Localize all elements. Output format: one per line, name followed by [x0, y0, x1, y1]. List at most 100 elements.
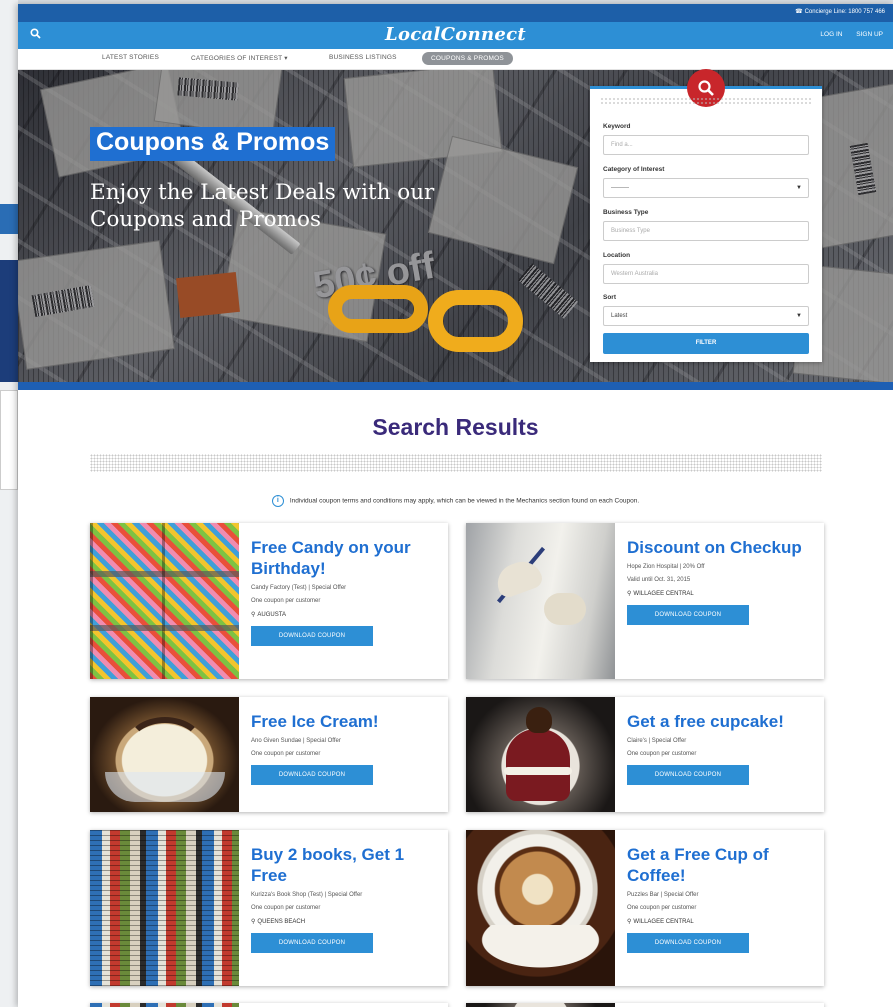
- sort-label: Sort: [603, 294, 616, 301]
- sort-select[interactable]: Latest ▼: [603, 306, 809, 326]
- coupon-title[interactable]: Discount on Checkup: [627, 537, 817, 558]
- glove-graphic: [544, 593, 586, 625]
- nav-item-business-listings[interactable]: BUSINESS LISTINGS: [329, 54, 397, 61]
- coupon-title[interactable]: Free Ice Cream!: [251, 711, 441, 732]
- saucer-graphic: [466, 925, 615, 975]
- category-select[interactable]: --------- ▼: [603, 178, 809, 198]
- keyword-input[interactable]: Find a...: [603, 135, 809, 155]
- coupon-meta: Hope Zion Hospital | 20% Off: [627, 564, 705, 570]
- coupon-location: ⚲ WILLAGEE CENTRAL: [627, 919, 694, 925]
- coupon-card: Get a Free Cup of Coffee! Puzzles Bar | …: [466, 830, 824, 986]
- terms-notice: i Individual coupon terms and conditions …: [18, 495, 893, 507]
- syrup-graphic: [125, 717, 205, 777]
- topping-graphic: [526, 707, 552, 733]
- coupon-image-books[interactable]: [90, 830, 239, 986]
- coupon-image-partial[interactable]: [90, 1003, 239, 1007]
- login-link[interactable]: LOG IN: [820, 31, 842, 38]
- cream-graphic: [504, 767, 572, 775]
- terms-notice-text: Individual coupon terms and conditions m…: [289, 497, 640, 505]
- results-heading: Search Results: [372, 414, 539, 440]
- info-icon: i: [271, 495, 284, 507]
- map-pin-icon: ⚲: [627, 919, 632, 925]
- nav-item-latest-stories[interactable]: LATEST STORIES: [102, 54, 159, 61]
- concierge-bar: ☎ Concierge Line: 1800 757 466: [18, 4, 893, 22]
- hero-bottom-border: [18, 382, 893, 390]
- decorative-dots: [90, 454, 822, 472]
- coupon-meta: Puzzles Bar | Special Offer: [627, 892, 699, 898]
- coupon-image-ice-cream[interactable]: [90, 697, 239, 812]
- map-pin-icon: ⚲: [627, 591, 632, 597]
- hero-title: Coupons & Promos: [90, 127, 336, 161]
- background-badge: [0, 204, 18, 234]
- scissors-handle-graphic: [328, 285, 428, 333]
- background-image: [0, 260, 18, 382]
- coupon-title[interactable]: Free Candy on your Birthday!: [251, 537, 441, 579]
- coupon-card-partial: [466, 1003, 824, 1007]
- coupon-validity: Valid until Oct. 31, 2015: [627, 577, 691, 583]
- coupon-card: Free Candy on your Birthday! Candy Facto…: [90, 523, 448, 679]
- concierge-text: Concierge Line: 1800 757 466: [804, 9, 885, 15]
- download-coupon-button[interactable]: DOWNLOAD COUPON: [627, 765, 749, 785]
- signup-link[interactable]: SIGN UP: [856, 31, 883, 38]
- location-label: Location: [603, 252, 631, 259]
- map-pin-icon: ⚲: [251, 612, 256, 618]
- filter-button[interactable]: FILTER: [603, 333, 809, 354]
- download-coupon-button[interactable]: DOWNLOAD COUPON: [251, 765, 373, 785]
- download-coupon-button[interactable]: DOWNLOAD COUPON: [251, 626, 373, 646]
- location-input[interactable]: Western Australia: [603, 264, 809, 284]
- coupon-card-partial: [90, 1003, 448, 1007]
- browser-page: ☎ Concierge Line: 1800 757 466 LocalConne…: [18, 4, 893, 1007]
- coupon-image-coffee[interactable]: [466, 830, 615, 986]
- nav-item-coupons-promos[interactable]: COUPONS & PROMOS: [422, 52, 513, 65]
- coupon-card: Get a free cupcake! Claire's | Special O…: [466, 697, 824, 812]
- download-coupon-button[interactable]: DOWNLOAD COUPON: [627, 605, 749, 625]
- glove-graphic: [492, 556, 545, 600]
- coupon-image-partial[interactable]: [466, 1003, 615, 1007]
- coupon-image-candy[interactable]: [90, 523, 239, 679]
- site-logo[interactable]: LocalConnect: [18, 24, 893, 45]
- sort-select-value: Latest: [611, 313, 628, 319]
- category-select-value: ---------: [611, 185, 629, 191]
- coupon-meta: Ano Given Sundae | Special Offer: [251, 738, 341, 744]
- business-type-input[interactable]: Business Type: [603, 221, 809, 241]
- chevron-down-icon: ▼: [796, 185, 802, 191]
- decorative-dots: [600, 97, 812, 105]
- coupon-terms: One coupon per customer: [627, 751, 697, 757]
- phone-icon: ☎: [795, 9, 803, 15]
- site-header: LocalConnect LOG IN SIGN UP: [18, 22, 893, 49]
- main-nav: LATEST STORIES CATEGORIES OF INTEREST ▾ …: [18, 49, 893, 70]
- coupon-terms: One coupon per customer: [251, 751, 321, 757]
- nav-item-categories[interactable]: CATEGORIES OF INTEREST ▾: [191, 54, 288, 62]
- hero-subtitle: Enjoy the Latest Deals with our Coupons …: [90, 180, 435, 232]
- scissors-handle-graphic: [428, 290, 523, 352]
- coupon-image-checkup[interactable]: [466, 523, 615, 679]
- coupon-card: Buy 2 books, Get 1 Free Kurizza's Book S…: [90, 830, 448, 986]
- coupon-terms: One coupon per customer: [627, 905, 697, 911]
- coupon-location: ⚲ QUEENS BEACH: [251, 919, 306, 925]
- auth-links: LOG IN SIGN UP: [808, 31, 883, 38]
- coupon-title[interactable]: Buy 2 books, Get 1 Free: [251, 844, 441, 886]
- chevron-down-icon: ▼: [796, 313, 802, 319]
- cupcake-graphic: [506, 729, 570, 801]
- coupon-meta: Candy Factory (Test) | Special Offer: [251, 585, 347, 591]
- map-pin-icon: ⚲: [251, 919, 256, 925]
- keyword-label: Keyword: [603, 123, 631, 130]
- coupon-image-cupcake[interactable]: [466, 697, 615, 812]
- coupon-terms: One coupon per customer: [251, 598, 321, 604]
- coupon-title[interactable]: Get a free cupcake!: [627, 711, 817, 732]
- bowl-graphic: [105, 772, 225, 802]
- background-panel: [0, 390, 18, 490]
- coupon-meta: Claire's | Special Offer: [627, 738, 687, 744]
- download-coupon-button[interactable]: DOWNLOAD COUPON: [627, 933, 749, 953]
- background-page-strip: [0, 0, 18, 1007]
- coupon-title[interactable]: Get a Free Cup of Coffee!: [627, 844, 817, 886]
- coupon-location: ⚲ AUGUSTA: [251, 612, 286, 618]
- coupon-filter-panel: Keyword Find a... Category of Interest -…: [590, 69, 822, 362]
- coupon-card: Discount on Checkup Hope Zion Hospital |…: [466, 523, 824, 679]
- coupon-location: ⚲ WILLAGEE CENTRAL: [627, 591, 694, 597]
- download-coupon-button[interactable]: DOWNLOAD COUPON: [251, 933, 373, 953]
- business-type-label: Business Type: [603, 209, 649, 216]
- category-label: Category of Interest: [603, 166, 665, 173]
- coupon-meta: Kurizza's Book Shop (Test) | Special Off…: [251, 892, 363, 898]
- coupon-card: Free Ice Cream! Ano Given Sundae | Speci…: [90, 697, 448, 812]
